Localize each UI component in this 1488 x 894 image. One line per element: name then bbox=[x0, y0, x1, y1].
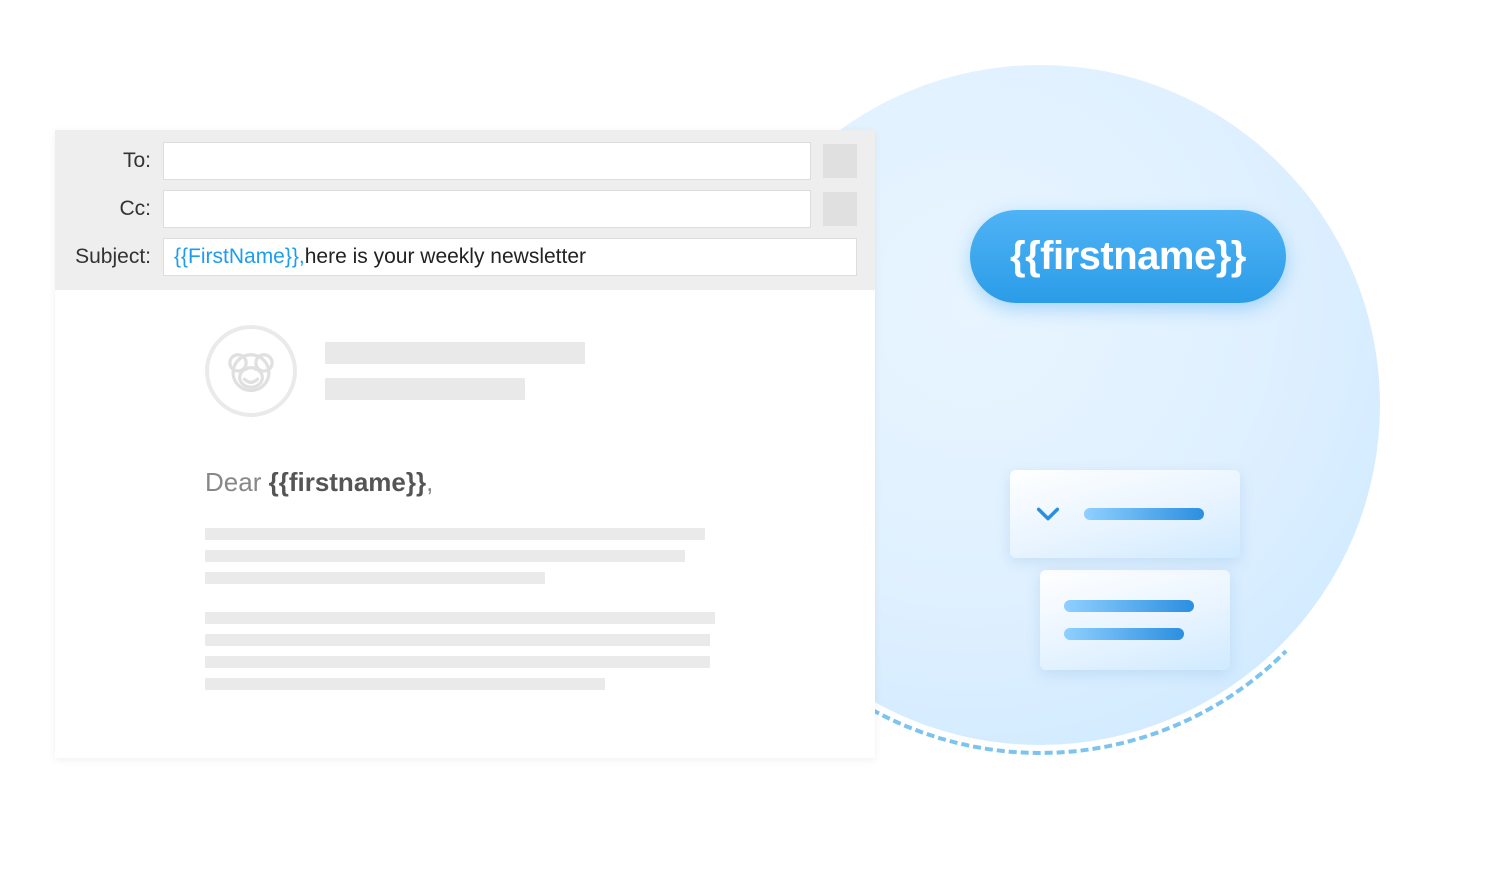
email-body[interactable]: Dear {{firstname}}, bbox=[55, 290, 875, 758]
merge-token-pill[interactable]: {{firstname}} bbox=[970, 210, 1286, 303]
placeholder-line bbox=[205, 572, 545, 584]
subject-merge-token: {{FirstName}}, bbox=[174, 245, 305, 269]
placeholder-line bbox=[1064, 600, 1194, 612]
paragraph-placeholder-1 bbox=[205, 528, 835, 584]
to-input[interactable] bbox=[163, 142, 811, 180]
monkey-icon bbox=[225, 345, 277, 397]
placeholder-line bbox=[1084, 508, 1204, 520]
placeholder-line bbox=[205, 656, 710, 668]
cc-action-button[interactable] bbox=[823, 192, 857, 226]
email-compose-window: To: Cc: Subject: {{FirstName}}, here is … bbox=[55, 130, 875, 758]
chevron-down-icon bbox=[1034, 500, 1062, 528]
greeting-line: Dear {{firstname}}, bbox=[205, 467, 835, 498]
placeholder-line bbox=[205, 612, 715, 624]
subject-text: here is your weekly newsletter bbox=[305, 245, 586, 269]
paragraph-placeholder-2 bbox=[205, 612, 835, 690]
placeholder-line bbox=[205, 528, 705, 540]
sender-row bbox=[205, 325, 835, 417]
placeholder-line bbox=[205, 550, 685, 562]
sender-placeholder-lines bbox=[325, 342, 585, 400]
dropdown-card-2[interactable] bbox=[1040, 570, 1230, 670]
placeholder-line bbox=[325, 342, 585, 364]
email-header: To: Cc: Subject: {{FirstName}}, here is … bbox=[55, 130, 875, 290]
cc-input[interactable] bbox=[163, 190, 811, 228]
avatar bbox=[205, 325, 297, 417]
to-row: To: bbox=[73, 142, 857, 180]
greeting-suffix: , bbox=[426, 467, 433, 497]
cc-row: Cc: bbox=[73, 190, 857, 228]
subject-row: Subject: {{FirstName}}, here is your wee… bbox=[73, 238, 857, 276]
cc-label: Cc: bbox=[73, 197, 151, 221]
placeholder-line bbox=[325, 378, 525, 400]
dropdown-card-1[interactable] bbox=[1010, 470, 1240, 558]
subject-input[interactable]: {{FirstName}}, here is your weekly newsl… bbox=[163, 238, 857, 276]
placeholder-line bbox=[205, 634, 710, 646]
placeholder-line bbox=[1064, 628, 1184, 640]
to-action-button[interactable] bbox=[823, 144, 857, 178]
greeting-merge-token: {{firstname}} bbox=[269, 467, 427, 497]
subject-label: Subject: bbox=[73, 245, 151, 269]
greeting-prefix: Dear bbox=[205, 467, 269, 497]
placeholder-line bbox=[205, 678, 605, 690]
to-label: To: bbox=[73, 149, 151, 173]
